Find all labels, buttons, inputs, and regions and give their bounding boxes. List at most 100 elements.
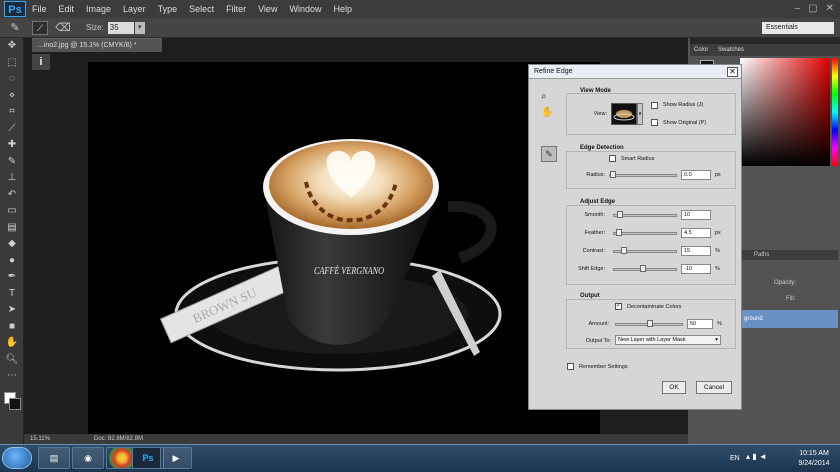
show-original-checkbox[interactable]	[651, 119, 658, 126]
refine-radius-tool-icon[interactable]: ✎	[541, 146, 557, 162]
eraser-icon[interactable]: ⌫	[54, 20, 72, 36]
hand-tool-icon[interactable]: ✋	[0, 335, 24, 352]
document-tab[interactable]: ...ino2.jpg @ 15.1% (CMYK/8) *	[32, 38, 162, 52]
zoom-tool-icon[interactable]: ⌕	[541, 91, 547, 102]
menu-type[interactable]: Type	[152, 0, 184, 18]
blur-tool-icon[interactable]: ◆	[0, 236, 24, 253]
zoom-level[interactable]: 15.11%	[30, 434, 50, 444]
more-tools-icon[interactable]: ⋯	[0, 368, 24, 385]
feather-input[interactable]: 4.5	[681, 228, 711, 238]
network-icon[interactable]: ▮	[752, 452, 756, 461]
menu-edit[interactable]: Edit	[53, 0, 81, 18]
eyedropper-tool-icon[interactable]: ⟋	[0, 121, 24, 138]
lasso-tool-icon[interactable]: ◌	[0, 71, 24, 88]
tab-paths[interactable]: Paths	[754, 252, 769, 258]
workspace-switcher[interactable]: Essentials	[762, 22, 834, 34]
taskbar-explorer-icon[interactable]: ▤	[38, 447, 70, 469]
image-canvas[interactable]: BROWN SU CAFFÈ VERGNANO	[88, 62, 600, 434]
view-mode-thumbnail[interactable]	[611, 103, 637, 125]
size-input[interactable]: 35	[107, 21, 134, 34]
cancel-button[interactable]: Cancel	[696, 381, 732, 394]
radius-slider[interactable]	[609, 171, 677, 178]
language-indicator[interactable]: EN	[730, 455, 740, 462]
eraser-tool-icon[interactable]: ▭	[0, 203, 24, 220]
brush-preset-picker[interactable]: ⟋	[32, 20, 48, 35]
size-dropdown[interactable]: ▾	[134, 21, 145, 34]
type-tool-icon[interactable]: T	[0, 286, 24, 303]
background-color-swatch[interactable]	[9, 398, 21, 410]
info-icon[interactable]: i	[32, 54, 50, 70]
status-bar: 15.11% Doc: 82.8M/82.8M	[24, 434, 688, 444]
shift-edge-label: Shift Edge:	[578, 266, 605, 272]
clone-stamp-tool-icon[interactable]: ⊥	[0, 170, 24, 187]
tab-swatches[interactable]: Swatches	[714, 44, 748, 56]
layer-row[interactable]: ground	[740, 310, 838, 328]
amount-input[interactable]: 50	[687, 319, 713, 329]
minimize-button[interactable]: –	[795, 3, 801, 14]
color-picker-field[interactable]	[740, 58, 830, 166]
amount-slider[interactable]	[615, 320, 683, 327]
contrast-input[interactable]: 15	[681, 246, 711, 256]
move-tool-icon[interactable]: ✥	[0, 38, 24, 55]
hand-tool-icon[interactable]: ✋	[541, 107, 553, 118]
radius-slider-knob[interactable]	[610, 171, 616, 178]
amount-slider-knob[interactable]	[647, 320, 653, 327]
chevron-down-icon: ▾	[715, 337, 718, 343]
menu-select[interactable]: Select	[183, 0, 220, 18]
zoom-tool-icon[interactable]: 🔍︎	[0, 352, 24, 369]
shape-tool-icon[interactable]: ■	[0, 319, 24, 336]
arrow-up-icon[interactable]: ▴	[746, 452, 750, 461]
smooth-slider[interactable]	[613, 211, 677, 218]
taskbar-app-icon[interactable]: ◉	[72, 447, 104, 469]
menu-layer[interactable]: Layer	[117, 0, 152, 18]
menu-image[interactable]: Image	[80, 0, 117, 18]
history-brush-tool-icon[interactable]: ↶	[0, 187, 24, 204]
menu-filter[interactable]: Filter	[220, 0, 252, 18]
menu-view[interactable]: View	[252, 0, 283, 18]
output-to-select[interactable]: New Layer with Layer Mask ▾	[615, 335, 721, 345]
clock-date[interactable]: 9/24/2014	[790, 460, 838, 467]
feather-slider-knob[interactable]	[616, 229, 622, 236]
brush-tool-icon[interactable]: ✎	[0, 154, 24, 171]
tab-color[interactable]: Color	[690, 44, 712, 56]
decontaminate-checkbox[interactable]: ✓	[615, 303, 622, 310]
volume-icon[interactable]: ◄	[759, 452, 767, 461]
shift-edge-slider-knob[interactable]	[640, 265, 646, 272]
close-window-button[interactable]: ✕	[826, 3, 834, 14]
brand-text: CAFFÈ VERGNANO	[314, 265, 384, 277]
menu-window[interactable]: Window	[283, 0, 327, 18]
smart-radius-checkbox[interactable]	[609, 155, 616, 162]
quick-selection-tool-icon[interactable]: ⋄	[0, 88, 24, 105]
shift-edge-slider[interactable]	[613, 265, 677, 272]
maximize-button[interactable]: ▢	[808, 3, 817, 14]
dodge-tool-icon[interactable]: ●	[0, 253, 24, 270]
gradient-tool-icon[interactable]: ▤	[0, 220, 24, 237]
remember-settings-checkbox[interactable]	[567, 363, 574, 370]
crop-tool-icon[interactable]: ⌗	[0, 104, 24, 121]
options-bar: ✎ ⟋ ⌫ Size: 35 ▾ Essentials	[0, 18, 840, 38]
pen-tool-icon[interactable]: ✒	[0, 269, 24, 286]
close-icon[interactable]: ✕	[727, 67, 738, 77]
spot-healing-tool-icon[interactable]: ✚	[0, 137, 24, 154]
menu-help[interactable]: Help	[327, 0, 358, 18]
edge-detection-title: Edge Detection	[580, 145, 624, 151]
hue-slider[interactable]	[832, 58, 838, 166]
feather-slider[interactable]	[613, 229, 677, 236]
marquee-tool-icon[interactable]: ⬚	[0, 55, 24, 72]
path-selection-tool-icon[interactable]: ➤	[0, 302, 24, 319]
smooth-input[interactable]: 10	[681, 210, 711, 220]
show-radius-checkbox[interactable]	[651, 102, 658, 109]
ok-button[interactable]: OK	[662, 381, 686, 394]
taskbar-media-icon[interactable]: ▶	[160, 447, 192, 469]
start-button[interactable]	[2, 447, 32, 469]
opacity-row: Opacity:	[740, 278, 838, 288]
menu-file[interactable]: File	[26, 0, 53, 18]
contrast-slider-knob[interactable]	[621, 247, 627, 254]
brush-tool-icon[interactable]: ✎	[6, 20, 24, 36]
contrast-slider[interactable]	[613, 247, 677, 254]
smooth-slider-knob[interactable]	[617, 211, 623, 218]
clock-time[interactable]: 10:15 AM	[790, 450, 838, 457]
radius-input[interactable]: 0.0	[681, 170, 711, 180]
shift-edge-input[interactable]: -10	[681, 264, 711, 274]
view-mode-dropdown[interactable]: ▾	[637, 103, 643, 125]
